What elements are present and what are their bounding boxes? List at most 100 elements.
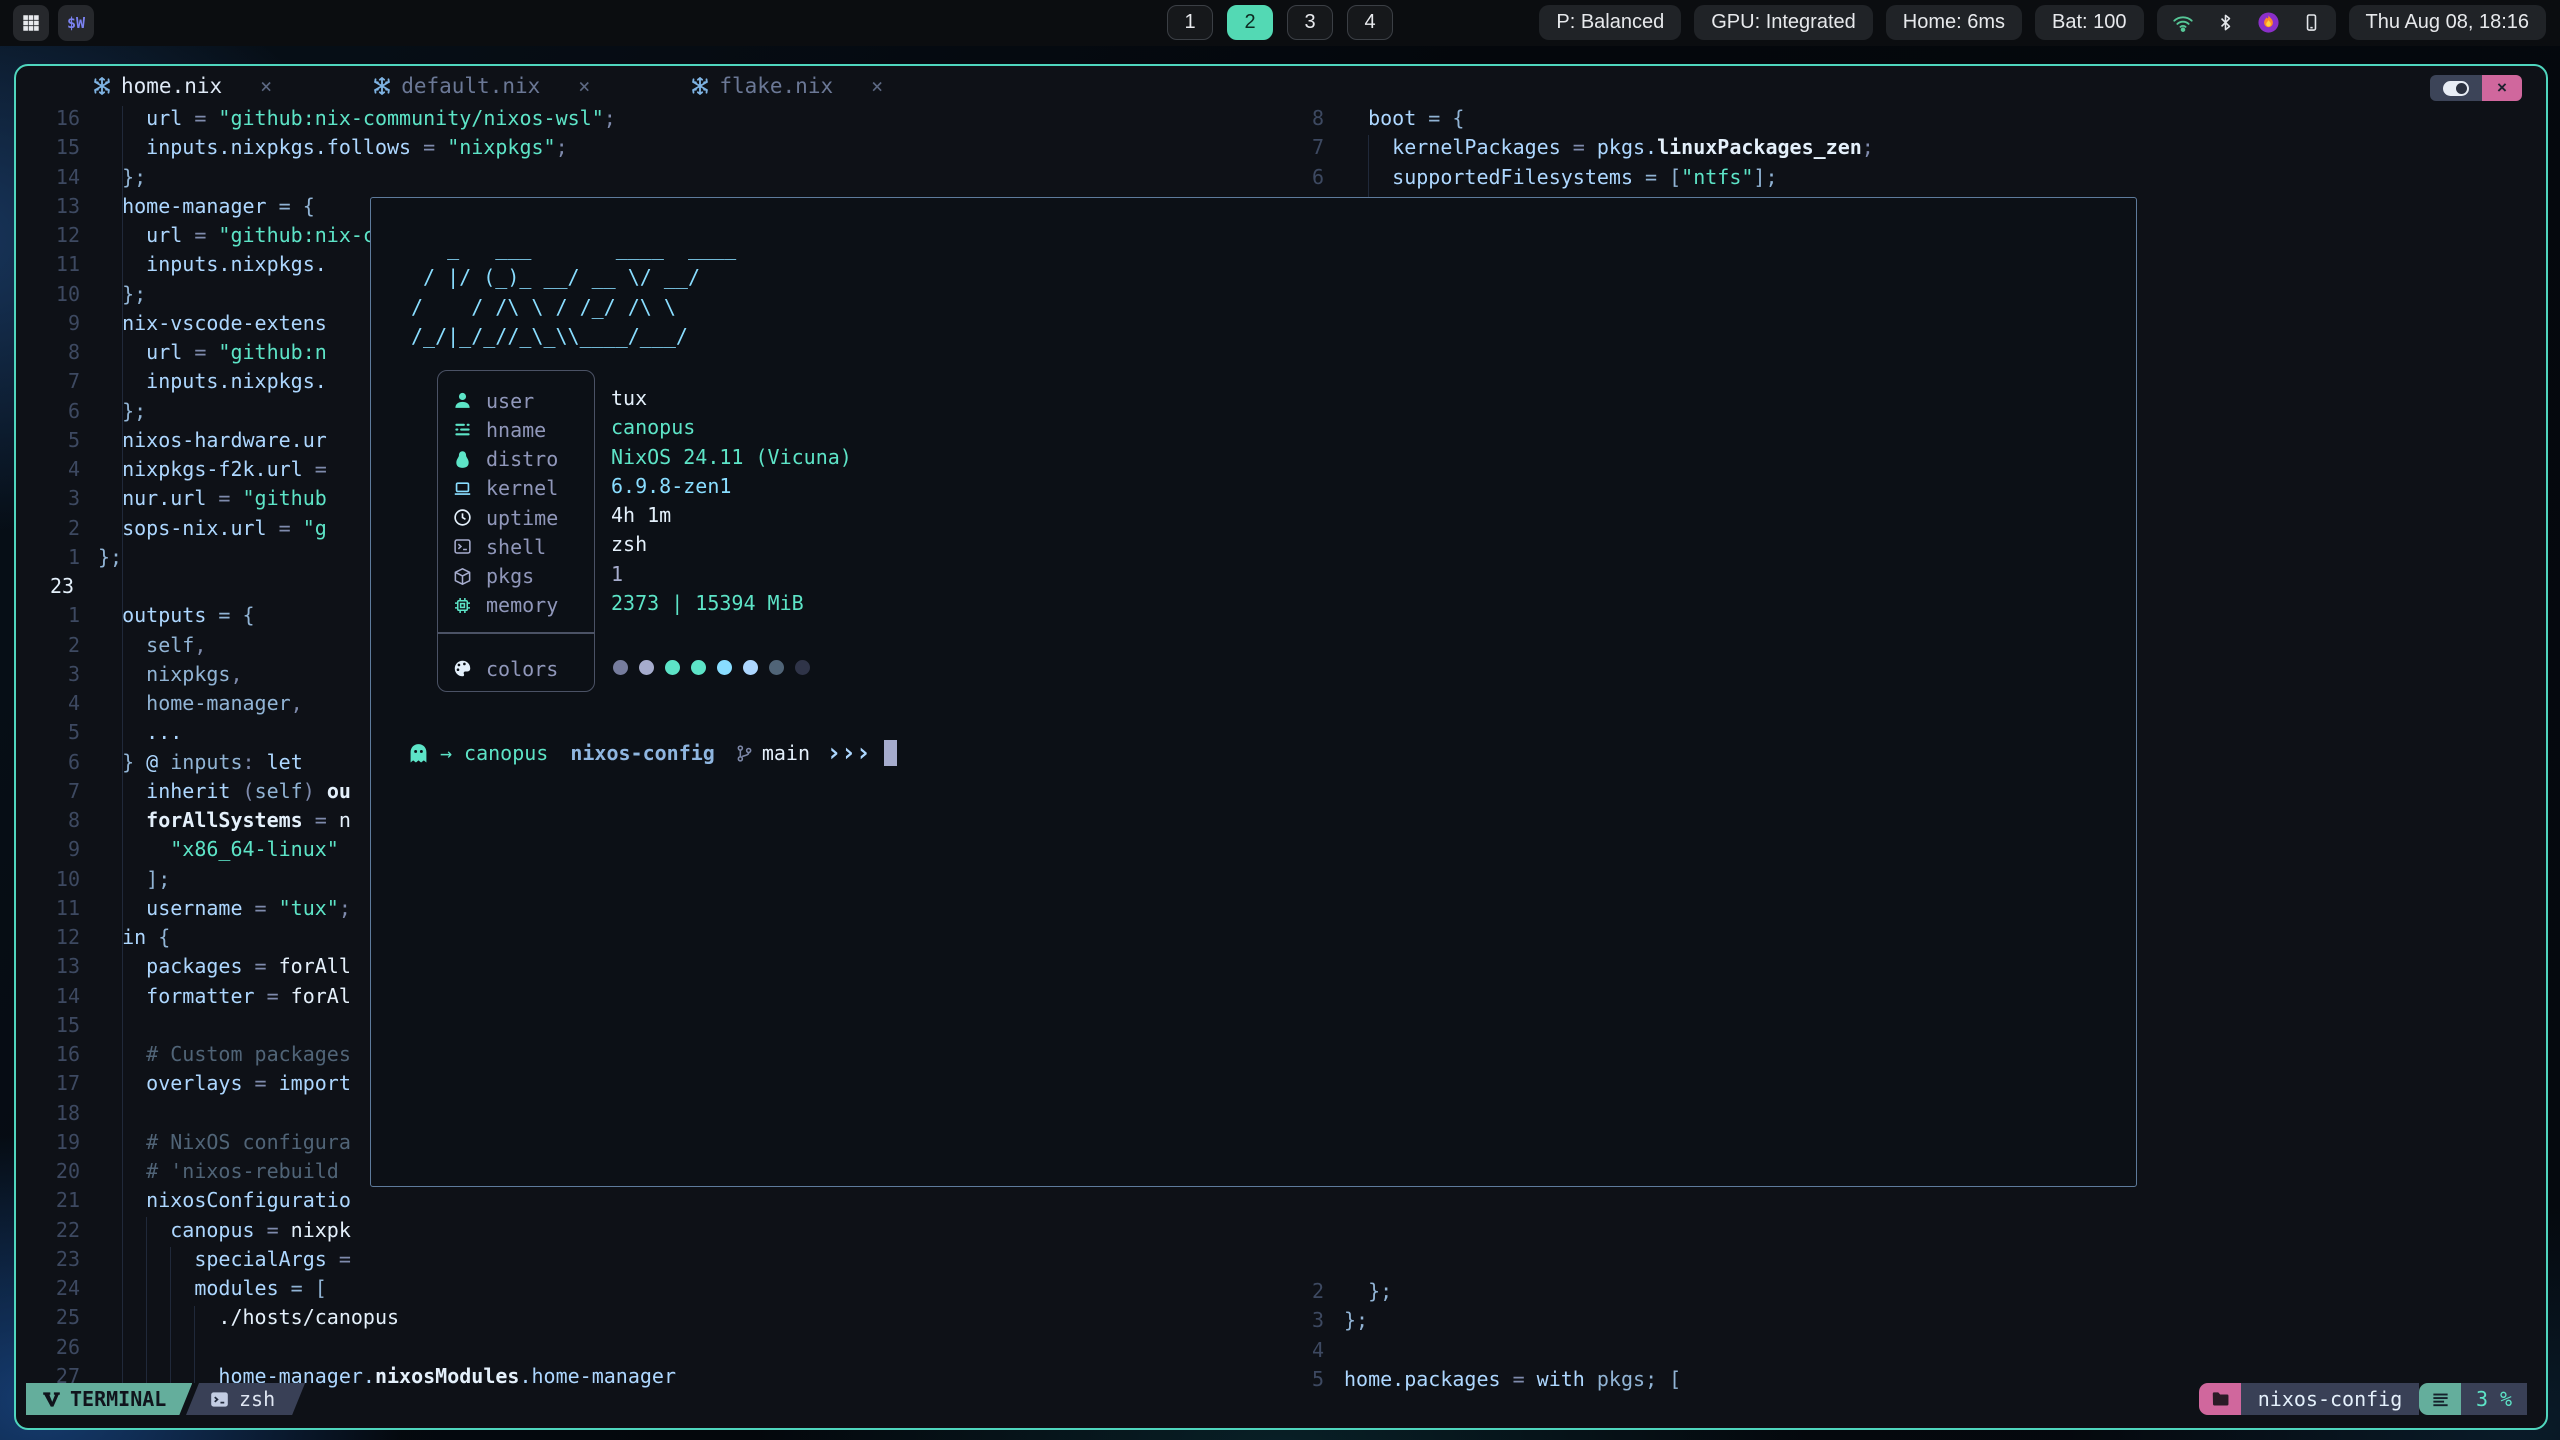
line-number: 11 <box>16 896 80 920</box>
shell-tab[interactable]: zsh <box>186 1383 305 1415</box>
clock[interactable]: Thu Aug 08, 18:16 <box>2349 5 2546 40</box>
code-text: "x86_64-linux" <box>98 837 339 861</box>
media-icon[interactable] <box>2257 11 2280 34</box>
code-text: }; <box>98 282 146 306</box>
prompt-arrow: → <box>440 741 452 765</box>
fetch-label: distro <box>486 447 558 471</box>
line-number: 13 <box>16 194 80 218</box>
palette-dot <box>717 660 732 675</box>
code-line: 25 ./hosts/canopus <box>16 1305 1278 1335</box>
fetch-label: hname <box>486 418 546 442</box>
code-text: }; <box>98 545 122 569</box>
system-tray[interactable] <box>2157 5 2336 40</box>
line-number: 7 <box>16 779 80 803</box>
workspace-button-4[interactable]: 4 <box>1347 5 1393 40</box>
line-number: 1 <box>16 603 80 627</box>
nixos-ascii-art: _ ___ ____ ____ / |/ (_)_ __/ __ \/ __/ … <box>411 234 736 351</box>
scroll-percent-label: 3 % <box>2476 1387 2512 1411</box>
fetch-label: pkgs <box>486 564 534 588</box>
bluetooth-icon[interactable] <box>2216 13 2235 32</box>
line-number: 12 <box>16 223 80 247</box>
fetch-row-user: user <box>451 386 534 415</box>
code-text: nix-vscode-extens <box>98 311 327 335</box>
code-line: 26 <box>16 1335 1278 1365</box>
scroll-indicator-segment <box>2419 1383 2461 1415</box>
fetch-value-user: tux <box>611 386 647 410</box>
code-line: 23 specialArgs = <box>16 1247 1278 1277</box>
workspace-button-1[interactable]: 1 <box>1167 5 1213 40</box>
line-number: 9 <box>16 837 80 861</box>
code-line: 4 <box>1278 1338 2536 1368</box>
shell-prompt[interactable]: → canopus nixos-config main ››› <box>407 738 897 768</box>
code-line: 3}; <box>1278 1308 2536 1338</box>
ping-pill[interactable]: Home: 6ms <box>1886 5 2022 40</box>
shell-tab-label: zsh <box>239 1387 275 1411</box>
code-text: inherit (self) ou <box>98 779 351 803</box>
line-number: 6 <box>16 750 80 774</box>
phone-icon[interactable] <box>2302 13 2321 32</box>
code-line: 8 boot = { <box>1278 106 2536 136</box>
fetch-row-distro: distro <box>451 445 558 474</box>
code-text: outputs = { <box>98 603 255 627</box>
code-text: modules = [ <box>98 1276 327 1300</box>
line-number: 3 <box>16 662 80 686</box>
code-text: nixpkgs-f2k.url = <box>98 457 327 481</box>
line-number: 9 <box>16 311 80 335</box>
line-number: 17 <box>16 1071 80 1095</box>
line-number: 23 <box>16 574 114 598</box>
apps-grid-icon <box>20 12 42 34</box>
fetch-label: memory <box>486 593 558 617</box>
floating-terminal[interactable]: _ ___ ____ ____ / |/ (_)_ __/ __ \/ __/ … <box>370 197 2137 1187</box>
code-text: inputs.nixpkgs. <box>98 369 327 393</box>
wezterm-app-button[interactable]: $W <box>58 5 94 41</box>
code-text: url = "github:n <box>98 340 327 364</box>
workspace-button-3[interactable]: 3 <box>1287 5 1333 40</box>
clock-icon <box>451 508 473 527</box>
line-number: 12 <box>16 925 80 949</box>
line-number: 7 <box>1278 135 1324 159</box>
line-number: 15 <box>16 1013 80 1037</box>
code-text: }; <box>98 399 146 423</box>
fetch-value-shell: zsh <box>611 532 647 556</box>
top-bar: $W 1234 P: Balanced GPU: Integrated Home… <box>0 0 2560 46</box>
line-number: 2 <box>16 516 80 540</box>
workspace-button-2[interactable]: 2 <box>1227 5 1273 40</box>
app-launcher-button[interactable] <box>13 5 49 41</box>
code-text: nixosConfiguratio <box>98 1188 351 1212</box>
fetch-row-pkgs: pkgs <box>451 562 534 591</box>
scroll-percent: 3 % <box>2461 1383 2527 1415</box>
laptop-icon <box>451 479 473 498</box>
battery-pill[interactable]: Bat: 100 <box>2035 5 2144 40</box>
line-number: 14 <box>16 165 80 189</box>
fetch-row-shell: shell <box>451 532 546 561</box>
line-number: 26 <box>16 1335 80 1359</box>
mode-segment: TERMINAL <box>26 1383 192 1415</box>
line-number: 11 <box>16 252 80 276</box>
palette-dot <box>639 660 654 675</box>
code-text: # Custom packages <box>98 1042 351 1066</box>
power-profile-pill[interactable]: P: Balanced <box>1539 5 1681 40</box>
code-text: canopus = nixpk <box>98 1218 351 1242</box>
code-text: packages = forAll <box>98 954 351 978</box>
code-line: 16 url = "github:nix-community/nixos-wsl… <box>16 106 1278 136</box>
package-icon <box>451 567 473 586</box>
code-line: 2 }; <box>1278 1279 2536 1309</box>
line-number: 22 <box>16 1218 80 1242</box>
fetch-label: uptime <box>486 506 558 530</box>
palette-icon <box>451 659 473 678</box>
workspace-switcher: 1234 <box>1167 5 1393 40</box>
code-line: 22 canopus = nixpk <box>16 1218 1278 1248</box>
gpu-pill[interactable]: GPU: Integrated <box>1694 5 1873 40</box>
network-icon[interactable] <box>2172 12 2194 34</box>
code-text: home-manager, <box>98 691 303 715</box>
code-line: 21 nixosConfiguratio <box>16 1188 1278 1218</box>
hostname-icon <box>451 420 473 439</box>
penguin-icon <box>451 450 473 469</box>
line-number: 8 <box>1278 106 1324 130</box>
code-text: nixpkgs, <box>98 662 243 686</box>
code-text: }; <box>1344 1308 1368 1332</box>
fetch-value-distro: NixOS 24.11 (Vicuna) <box>611 445 852 469</box>
line-number: 4 <box>16 457 80 481</box>
code-text: url = "github:nix-community/nixos-wsl"; <box>98 106 616 130</box>
line-number: 4 <box>1278 1338 1324 1362</box>
